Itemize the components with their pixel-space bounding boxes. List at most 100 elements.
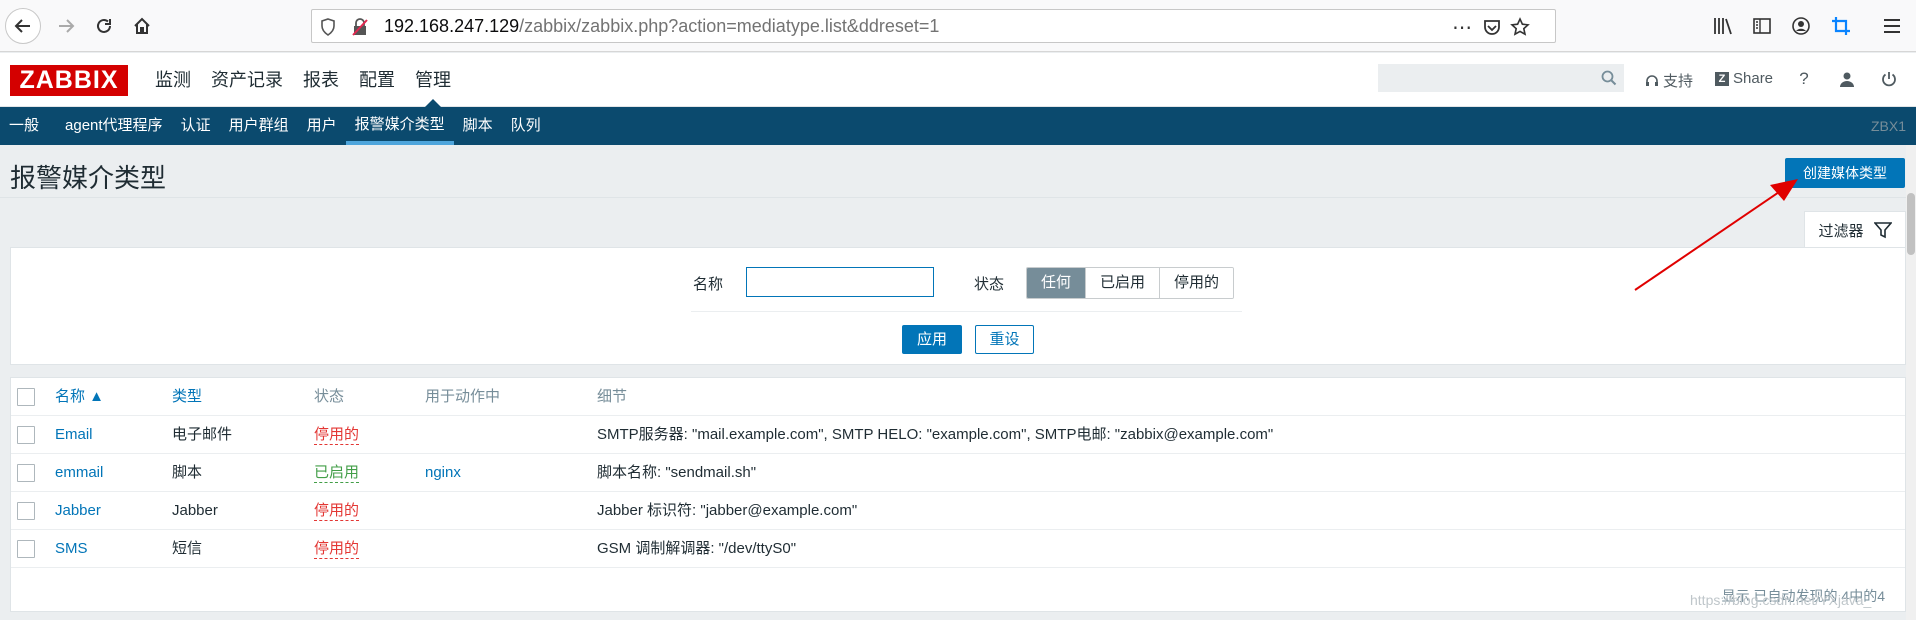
media-type-type: 电子邮件	[172, 426, 233, 443]
table-row: SMS 短信 停用的 GSM 调制解调器: "/dev/ttyS0"	[11, 530, 1905, 568]
main-menu-monitoring[interactable]: 监测	[145, 53, 201, 107]
browser-toolbar: 192.168.247.129/zabbix/zabbix.php?action…	[0, 0, 1916, 52]
sub-menu: 一般 agent代理程序 认证 用户群组 用户 报警媒介类型 脚本 队列 ZBX…	[0, 107, 1916, 145]
status-any-option[interactable]: 任何	[1027, 268, 1086, 298]
column-details-header: 细节	[597, 388, 628, 405]
filter-divider	[691, 311, 1242, 312]
apply-button[interactable]: 应用	[902, 325, 962, 354]
sign-out-icon[interactable]	[1877, 67, 1901, 91]
filter-name-label: 名称	[693, 276, 724, 293]
main-menu-reports[interactable]: 报表	[293, 53, 349, 107]
home-button[interactable]	[126, 10, 158, 42]
status-toggle[interactable]: 停用的	[314, 426, 360, 445]
sidebar-icon[interactable]	[1750, 14, 1774, 38]
server-name: ZBX1	[1870, 118, 1906, 134]
main-menu-configuration[interactable]: 配置	[349, 53, 405, 107]
page-actions-icon[interactable]: ⋯	[1452, 17, 1472, 39]
media-type-details: 脚本名称: "sendmail.sh"	[597, 464, 757, 481]
zabbix-logo[interactable]: ZABBIX	[10, 65, 128, 96]
status-enabled-option[interactable]: 已启用	[1085, 268, 1160, 298]
arrow-right-icon	[59, 19, 75, 33]
reload-icon	[97, 18, 111, 33]
column-used-in-actions-header: 用于动作中	[425, 388, 501, 405]
media-type-type: 短信	[172, 540, 203, 557]
sub-menu-scripts[interactable]: 脚本	[454, 107, 502, 145]
main-menu-inventory[interactable]: 资产记录	[201, 53, 293, 107]
main-menu-administration[interactable]: 管理	[405, 53, 461, 107]
support-link[interactable]: 支持	[1645, 70, 1693, 91]
status-disabled-option[interactable]: 停用的	[1159, 268, 1234, 298]
media-type-name-link[interactable]: Email	[55, 416, 93, 454]
row-checkbox[interactable]	[17, 426, 35, 444]
status-toggle[interactable]: 停用的	[314, 540, 360, 559]
table-row: Jabber Jabber 停用的 Jabber 标识符: "jabber@ex…	[11, 492, 1905, 530]
search-icon[interactable]	[1601, 70, 1617, 91]
arrow-left-icon	[14, 19, 30, 33]
table-row: Email 电子邮件 停用的 SMTP服务器: "mail.example.co…	[11, 416, 1905, 454]
pocket-icon[interactable]	[1482, 17, 1502, 37]
sub-menu-queue[interactable]: 队列	[502, 107, 550, 145]
media-type-details: Jabber 标识符: "jabber@example.com"	[597, 502, 858, 519]
row-checkbox[interactable]	[17, 464, 35, 482]
forward-button[interactable]	[50, 10, 82, 42]
media-type-name-link[interactable]: SMS	[55, 530, 88, 568]
filter-funnel-icon	[1873, 222, 1892, 239]
filter-status-segmented: 任何 已启用 停用的	[1026, 267, 1235, 299]
select-all-checkbox[interactable]	[17, 388, 35, 406]
reset-button[interactable]: 重设	[975, 325, 1034, 354]
sub-menu-users[interactable]: 用户	[298, 107, 346, 145]
column-type-header[interactable]: 类型	[172, 378, 202, 416]
filter-name-input[interactable]	[746, 267, 934, 297]
app-header: ZABBIX 监测 资产记录 报表 配置 管理 支持 Z Share ?	[0, 53, 1916, 107]
media-type-type: 脚本	[172, 464, 203, 481]
url-text[interactable]: 192.168.247.129/zabbix/zabbix.php?action…	[384, 10, 939, 42]
account-icon[interactable]	[1789, 14, 1813, 38]
sub-menu-authentication[interactable]: 认证	[172, 107, 220, 145]
media-type-type: Jabber	[172, 502, 218, 519]
sub-menu-general[interactable]: 一般	[0, 107, 48, 145]
page-title: 报警媒介类型	[10, 163, 167, 193]
status-toggle[interactable]: 已启用	[314, 464, 360, 483]
hamburger-menu-icon[interactable]	[1880, 14, 1904, 38]
url-bar[interactable]: 192.168.247.129/zabbix/zabbix.php?action…	[311, 9, 1556, 43]
media-types-table: 名称 ▲ 类型 状态 用于动作中 细节 Email 电子邮件 停用的 SMTP服…	[10, 377, 1906, 612]
used-in-action-link[interactable]: nginx	[425, 454, 461, 492]
library-icon[interactable]	[1711, 14, 1735, 38]
scrollbar-thumb[interactable]	[1907, 193, 1915, 255]
back-button[interactable]	[5, 8, 41, 44]
media-type-name-link[interactable]: emmail	[55, 454, 103, 492]
sub-menu-proxies[interactable]: agent代理程序	[56, 107, 172, 145]
media-type-details: SMTP服务器: "mail.example.com", SMTP HELO: …	[597, 426, 1274, 443]
status-toggle[interactable]: 停用的	[314, 502, 360, 521]
row-checkbox[interactable]	[17, 540, 35, 558]
user-profile-icon[interactable]	[1835, 67, 1859, 91]
media-type-name-link[interactable]: Jabber	[55, 492, 101, 530]
help-icon[interactable]: ?	[1792, 67, 1816, 91]
row-checkbox[interactable]	[17, 502, 35, 520]
media-type-details: GSM 调制解调器: "/dev/ttyS0"	[597, 540, 797, 557]
headset-icon	[1646, 74, 1658, 86]
table-row: emmail 脚本 已启用 nginx 脚本名称: "sendmail.sh"	[11, 454, 1905, 492]
page-scrollbar[interactable]	[1906, 145, 1916, 620]
sub-menu-media-types[interactable]: 报警媒介类型	[345, 107, 454, 145]
url-path: /zabbix/zabbix.php?action=mediatype.list…	[519, 16, 940, 36]
main-menu: 监测 资产记录 报表 配置 管理	[145, 53, 461, 107]
home-icon	[134, 17, 150, 34]
reload-button[interactable]	[88, 10, 120, 42]
annotation-arrow	[1634, 179, 1798, 291]
share-z-icon: Z	[1715, 71, 1729, 86]
bookmark-star-icon[interactable]	[1510, 17, 1530, 37]
screenshot-crop-icon[interactable]	[1829, 14, 1853, 38]
share-link[interactable]: Z Share	[1715, 70, 1773, 87]
share-label: Share	[1733, 70, 1774, 87]
insecure-lock-icon[interactable]	[350, 17, 370, 37]
watermark-text: https://blog.csdn.net/YXjava_	[1690, 592, 1872, 608]
support-label: 支持	[1663, 73, 1694, 90]
filter-tab-label: 过滤器	[1818, 222, 1864, 240]
column-status-header: 状态	[314, 388, 345, 405]
shield-icon[interactable]	[318, 17, 338, 37]
global-search-input[interactable]	[1378, 64, 1624, 92]
column-name-header[interactable]: 名称 ▲	[55, 378, 104, 416]
sub-menu-user-groups[interactable]: 用户群组	[220, 107, 298, 145]
filter-status-label: 状态	[974, 276, 1005, 293]
